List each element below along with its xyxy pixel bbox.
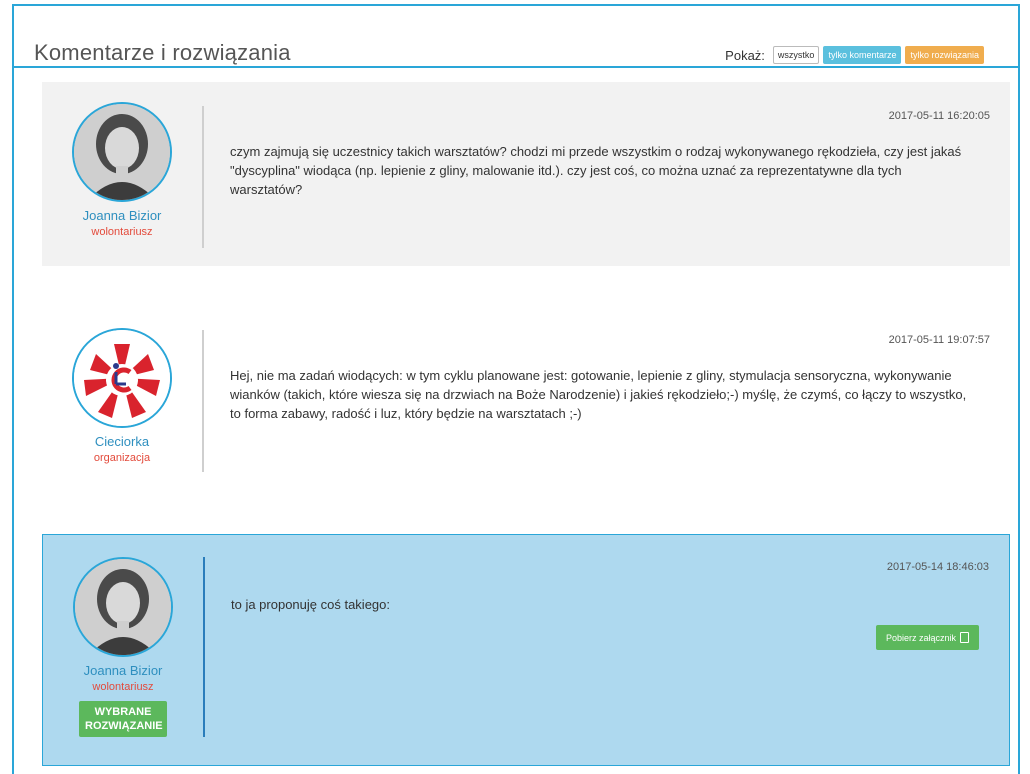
- comment-text: Hej, nie ma zadań wiodących: w tym cyklu…: [230, 368, 967, 421]
- user-photo-icon: [75, 559, 171, 655]
- avatar[interactable]: [72, 328, 172, 428]
- solution-item: Joanna Bizior wolontariusz WYBRANE ROZWI…: [42, 534, 1010, 766]
- page-title: Komentarze i rozwiązania: [34, 40, 291, 65]
- user-photo-icon: [74, 104, 170, 200]
- comment-timestamp: 2017-05-11 19:07:57: [888, 334, 990, 346]
- comment-timestamp: 2017-05-11 16:20:05: [888, 110, 990, 122]
- comment-item: Joanna Bizior wolontariusz 2017-05-11 16…: [42, 82, 1010, 266]
- comment-author: Joanna Bizior wolontariusz WYBRANE ROZWI…: [43, 557, 203, 737]
- download-attachment-button[interactable]: Pobierz załącznik: [875, 625, 979, 650]
- comment-author: Cieciorka organizacja: [42, 328, 202, 464]
- filter-solutions-button[interactable]: tylko rozwiązania: [905, 46, 984, 64]
- comment-timestamp: 2017-05-14 18:46:03: [886, 561, 989, 573]
- avatar[interactable]: [73, 557, 173, 657]
- comment-item: Cieciorka organizacja 2017-05-11 19:07:5…: [42, 308, 1010, 498]
- author-name[interactable]: Joanna Bizior: [42, 208, 202, 223]
- comment-author: Joanna Bizior wolontariusz: [42, 102, 202, 238]
- download-label: Pobierz załącznik: [885, 632, 956, 643]
- divider: [202, 106, 204, 248]
- author-name[interactable]: Joanna Bizior: [43, 663, 203, 678]
- author-role: wolontariusz: [91, 226, 153, 238]
- comment-text: to ja proponuję coś takiego:: [231, 597, 390, 612]
- divider: [203, 557, 205, 737]
- author-role: wolontariusz: [92, 681, 154, 693]
- document-icon: [960, 632, 969, 643]
- panel-header: Komentarze i rozwiązania Pokaż: wszystko…: [14, 6, 1018, 68]
- author-name[interactable]: Cieciorka: [42, 434, 202, 449]
- filter-all-button[interactable]: wszystko: [772, 46, 820, 64]
- comment-text: czym zajmują się uczestnicy takich warsz…: [230, 144, 962, 197]
- organization-logo-icon: [74, 330, 170, 426]
- author-role: organizacja: [93, 452, 151, 464]
- comments-panel: Komentarze i rozwiązania Pokaż: wszystko…: [12, 4, 1020, 774]
- chosen-solution-badge: WYBRANE ROZWIĄZANIE: [79, 701, 167, 737]
- avatar[interactable]: [72, 102, 172, 202]
- filter-bar: Pokaż: wszystko tylko komentarze tylko r…: [725, 46, 984, 64]
- filter-label: Pokaż:: [725, 47, 765, 63]
- divider: [202, 330, 204, 472]
- filter-comments-button[interactable]: tylko komentarze: [823, 46, 902, 64]
